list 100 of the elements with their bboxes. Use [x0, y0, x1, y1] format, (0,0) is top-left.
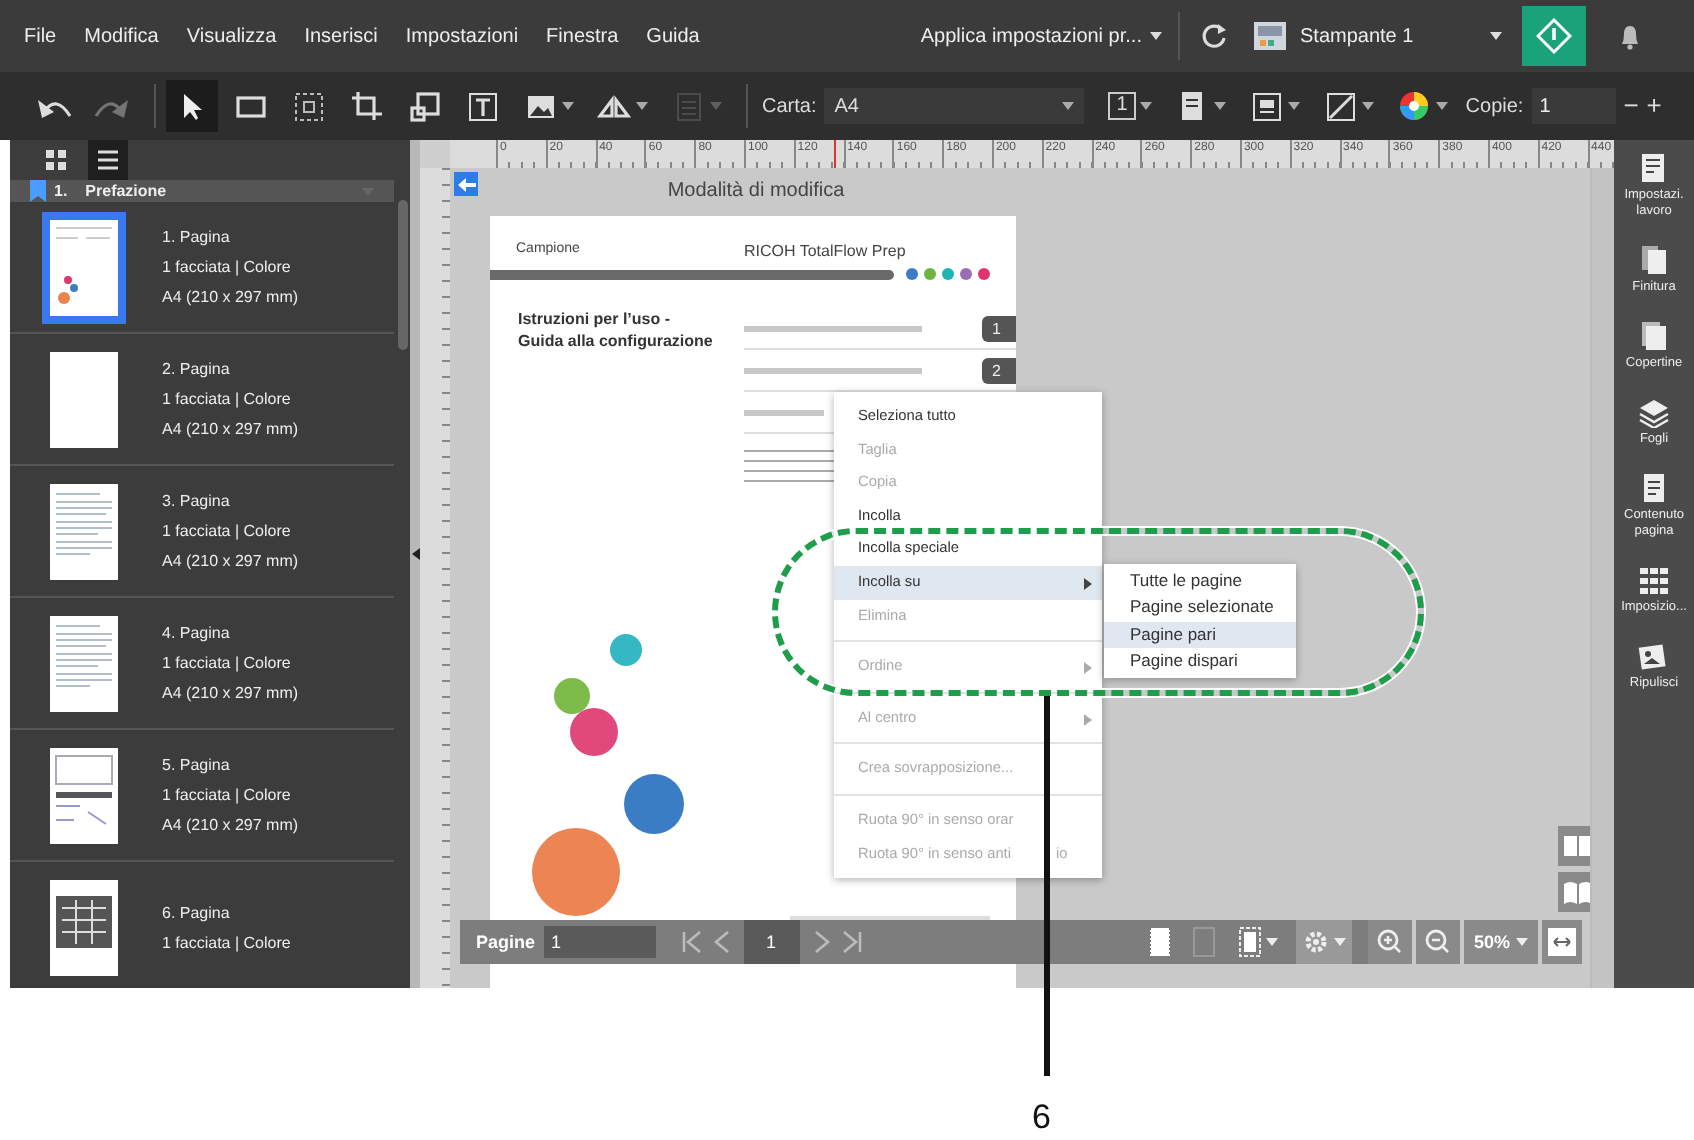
caret-icon — [562, 102, 574, 110]
page-title: 2. Pagina — [162, 360, 232, 378]
page-range-field[interactable]: 1 — [543, 926, 656, 958]
scrollbar-track[interactable] — [1590, 168, 1614, 988]
grid-icon — [42, 146, 70, 174]
menu-item[interactable]: Impostazioni — [405, 25, 519, 47]
page-list-item[interactable]: 5. Pagina 1 facciata | Colore A4 (210 x 297 mm) — [10, 730, 394, 862]
page-sides: 1 facciata | Colore — [162, 522, 293, 540]
document-icon — [1638, 152, 1670, 184]
bell-icon[interactable] — [1618, 22, 1642, 50]
mode-title: Modalità di modifica — [665, 178, 847, 206]
settings-button[interactable] — [1295, 920, 1352, 964]
submenu-arrow-icon — [1084, 577, 1092, 590]
page-sides: 1 facciata | Colore — [162, 654, 293, 672]
list-icon — [94, 146, 122, 174]
caret-icon — [1150, 32, 1162, 40]
page-title: 6. Pagina — [162, 903, 232, 921]
print-button[interactable] — [1522, 6, 1586, 66]
zoom-in-icon[interactable] — [1367, 920, 1412, 964]
back-button[interactable] — [454, 172, 478, 196]
ruler-corner — [420, 140, 450, 168]
page-sides: 1 facciata | Colore — [162, 786, 293, 804]
paper-label: Carta: — [762, 95, 817, 117]
menu-item[interactable]: Guida — [646, 25, 700, 47]
refresh-icon[interactable] — [1200, 22, 1228, 50]
copies-label: Copie: — [1465, 95, 1524, 117]
decrement-button[interactable]: − — [1623, 92, 1639, 120]
submenu-arrow-icon — [1084, 713, 1092, 726]
text-line — [744, 409, 824, 415]
zoom-out-icon[interactable] — [1415, 920, 1460, 964]
page-title: 4. Pagina — [162, 624, 232, 642]
menu-item[interactable]: Tutte le pagine — [1104, 568, 1296, 595]
page-size: A4 (210 x 297 mm) — [162, 420, 299, 438]
pages-per-sheet-button[interactable]: 1 — [1100, 80, 1160, 132]
caret-icon — [1287, 102, 1300, 110]
slash-icon — [1321, 88, 1358, 124]
frame-icon — [290, 88, 326, 124]
menu-item[interactable]: Modifica — [84, 25, 159, 47]
increment-button[interactable]: + — [1646, 92, 1662, 120]
current-page-field[interactable]: 1 — [743, 920, 800, 964]
scrollbar-thumb[interactable] — [398, 200, 408, 350]
section-number: 1. — [54, 182, 68, 200]
open-book-icon[interactable] — [1558, 872, 1590, 912]
bookmark-icon — [30, 180, 46, 202]
pointer-tool[interactable] — [166, 80, 218, 132]
menu-item[interactable]: Pagine dispari — [1104, 647, 1296, 675]
pages-label: Pagine — [476, 932, 536, 952]
two-page-view-icon[interactable] — [1558, 826, 1590, 866]
picture-icon — [1638, 640, 1670, 672]
menu-item[interactable]: Finestra — [546, 25, 619, 47]
page-list-item[interactable]: 4. Pagina 1 facciata | Colore A4 (210 x 297 mm) — [10, 598, 394, 730]
caret-icon — [1213, 102, 1226, 110]
text-icon — [464, 88, 500, 124]
printer-icon — [1252, 20, 1288, 52]
page-thumbnail — [50, 747, 118, 843]
header-text: RICOH TotalFlow Prep — [744, 242, 906, 260]
page-thumbnail — [50, 351, 118, 447]
menu-item[interactable]: Visualizza — [186, 25, 277, 47]
page-sides: 1 facciata | Colore — [162, 258, 293, 276]
page-view-icon[interactable] — [1147, 926, 1172, 958]
page-size: A4 (210 x 297 mm) — [162, 816, 299, 834]
section-header[interactable]: 1. Prefazione — [10, 180, 394, 202]
resize-icon — [406, 88, 442, 124]
crop-icon — [348, 88, 384, 124]
page-list-item[interactable]: 2. Pagina 1 facciata | Colore A4 (210 x 297 mm) — [10, 334, 394, 466]
page-thumbnail — [50, 615, 118, 711]
fit-page-icon[interactable] — [1542, 920, 1582, 964]
page-title: 1. Pagina — [162, 228, 232, 246]
collapse-arrow-icon — [411, 548, 419, 560]
page-list-item[interactable]: 3. Pagina 1 facciata | Colore A4 (210 x 297 mm) — [10, 466, 394, 598]
menu-item[interactable]: File — [24, 25, 57, 47]
copies-field[interactable]: 1 — [1531, 88, 1616, 124]
arrow-left-icon — [457, 175, 475, 193]
layout-icon — [1247, 88, 1284, 124]
list-view-button[interactable] — [88, 140, 128, 180]
grid-icon — [1638, 564, 1670, 596]
menu-item[interactable]: Pagine selezionate — [1104, 594, 1296, 622]
document-title: Istruzioni per l’uso - Guida alla configurazione — [516, 308, 715, 354]
page-list-item[interactable]: 6. Pagina 1 facciata | Colore — [10, 862, 394, 988]
caret-icon — [1361, 102, 1374, 110]
page-icon — [1237, 926, 1262, 958]
caret-icon — [1490, 32, 1502, 40]
caret-icon — [1062, 102, 1075, 110]
page-list-item[interactable]: 1. Pagina 1 facciata | Colore A4 (210 x 297 mm) — [10, 202, 394, 334]
paper-dropdown[interactable]: A4 — [824, 88, 1085, 124]
callout-number: 6 — [1032, 1098, 1051, 1138]
gear-icon — [1301, 928, 1330, 956]
menu-item[interactable]: Pagine pari — [1104, 621, 1296, 648]
submenu-arrow-icon — [1084, 662, 1092, 675]
page-size: A4 (210 x 297 mm) — [162, 552, 299, 570]
page-thumbnail — [50, 483, 118, 579]
pages-icon — [1638, 244, 1670, 276]
preset-dropdown[interactable]: Applica impostazioni pr... — [920, 12, 1180, 60]
menu-item[interactable]: Inserisci — [304, 25, 378, 47]
caret-icon — [1516, 938, 1528, 946]
printer-dropdown[interactable]: Stampante 1 — [1252, 20, 1502, 52]
pages-icon — [1638, 320, 1670, 352]
section-title: Prefazione — [85, 182, 167, 200]
page-title: 5. Pagina — [162, 756, 232, 774]
color-wheel-icon — [1395, 88, 1432, 124]
